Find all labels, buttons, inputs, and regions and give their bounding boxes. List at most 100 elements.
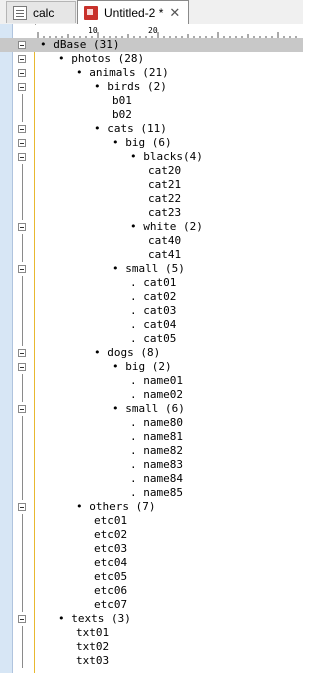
fold-guide bbox=[22, 430, 23, 444]
tab-bar: calc Untitled-2 * ✕ bbox=[0, 0, 303, 25]
editor-line[interactable]: . cat04 bbox=[0, 318, 303, 332]
fold-toggle-icon[interactable] bbox=[18, 83, 26, 91]
fold-guide bbox=[22, 514, 23, 528]
editor-line[interactable]: . cat03 bbox=[0, 304, 303, 318]
editor-line[interactable]: . name02 bbox=[0, 388, 303, 402]
tab-untitled-2[interactable]: Untitled-2 * ✕ bbox=[77, 0, 189, 24]
line-text: etc01 bbox=[94, 514, 128, 527]
editor-line[interactable]: . name81 bbox=[0, 430, 303, 444]
editor-line[interactable]: etc06 bbox=[0, 584, 303, 598]
editor-line[interactable]: etc05 bbox=[0, 570, 303, 584]
fold-toggle-icon[interactable] bbox=[18, 41, 26, 49]
editor-line[interactable]: • birds (2) bbox=[0, 80, 303, 94]
line-text: . cat01 bbox=[130, 276, 177, 289]
fold-guide bbox=[22, 640, 23, 654]
editor-line[interactable]: cat21 bbox=[0, 178, 303, 192]
editor-line[interactable]: cat41 bbox=[0, 248, 303, 262]
editor-line[interactable]: etc07 bbox=[0, 598, 303, 612]
line-text: . name80 bbox=[130, 416, 183, 429]
tab-calc[interactable]: calc bbox=[6, 1, 76, 23]
editor-line[interactable]: txt03 bbox=[0, 654, 303, 668]
document-icon bbox=[84, 5, 98, 20]
editor-line[interactable]: . name85 bbox=[0, 486, 303, 500]
fold-guide bbox=[22, 234, 23, 248]
close-icon[interactable]: ✕ bbox=[169, 5, 180, 21]
editor-line[interactable]: • animals (21) bbox=[0, 66, 303, 80]
line-text: . name82 bbox=[130, 444, 183, 457]
editor-line[interactable]: etc03 bbox=[0, 542, 303, 556]
editor-line[interactable]: . cat05 bbox=[0, 332, 303, 346]
line-text: . name02 bbox=[130, 388, 183, 401]
column-ruler: 10 20 bbox=[36, 24, 303, 39]
line-text: cat23 bbox=[148, 206, 182, 219]
fold-guide bbox=[22, 374, 23, 388]
fold-guide bbox=[22, 164, 23, 178]
line-text: • cats (11) bbox=[94, 122, 167, 135]
line-text: • animals (21) bbox=[76, 66, 169, 79]
ruler-mark-20: 20 bbox=[148, 26, 158, 35]
fold-toggle-icon[interactable] bbox=[18, 405, 26, 413]
editor-line[interactable]: . name83 bbox=[0, 458, 303, 472]
editor-line[interactable]: • others (7) bbox=[0, 500, 303, 514]
fold-guide bbox=[22, 276, 23, 290]
editor-line[interactable]: • photos (28) bbox=[0, 52, 303, 66]
line-text: txt03 bbox=[76, 654, 110, 667]
editor-line[interactable]: . name80 bbox=[0, 416, 303, 430]
editor-line[interactable]: . name82 bbox=[0, 444, 303, 458]
line-text: • small (5) bbox=[112, 262, 185, 275]
editor-line[interactable]: . cat01 bbox=[0, 276, 303, 290]
editor-line[interactable]: txt02 bbox=[0, 640, 303, 654]
editor-line[interactable]: . name01 bbox=[0, 374, 303, 388]
editor-line[interactable]: • dogs (8) bbox=[0, 346, 303, 360]
editor-line[interactable]: • big (2) bbox=[0, 360, 303, 374]
line-text: cat40 bbox=[148, 234, 182, 247]
line-text: cat20 bbox=[148, 164, 182, 177]
editor-line[interactable]: • white (2) bbox=[0, 220, 303, 234]
editor-line[interactable]: • small (5) bbox=[0, 262, 303, 276]
editor-line[interactable]: • big (6) bbox=[0, 136, 303, 150]
fold-toggle-icon[interactable] bbox=[18, 503, 26, 511]
fold-guide bbox=[22, 570, 23, 584]
editor-line[interactable]: b01 bbox=[0, 94, 303, 108]
editor-line[interactable]: b02 bbox=[0, 108, 303, 122]
fold-toggle-icon[interactable] bbox=[18, 153, 26, 161]
editor-line[interactable]: • cats (11) bbox=[0, 122, 303, 136]
line-text: cat21 bbox=[148, 178, 182, 191]
fold-toggle-icon[interactable] bbox=[18, 349, 26, 357]
fold-guide bbox=[22, 542, 23, 556]
fold-toggle-icon[interactable] bbox=[18, 69, 26, 77]
ruler-mark-10: 10 bbox=[88, 26, 98, 35]
line-text: • texts (3) bbox=[58, 612, 131, 625]
fold-guide bbox=[22, 318, 23, 332]
editor-line[interactable]: . name84 bbox=[0, 472, 303, 486]
editor-line[interactable]: etc02 bbox=[0, 528, 303, 542]
editor-line[interactable]: cat22 bbox=[0, 192, 303, 206]
tab-label: calc bbox=[33, 5, 55, 20]
fold-toggle-icon[interactable] bbox=[18, 223, 26, 231]
fold-toggle-icon[interactable] bbox=[18, 363, 26, 371]
fold-toggle-icon[interactable] bbox=[18, 265, 26, 273]
editor-line[interactable]: cat20 bbox=[0, 164, 303, 178]
editor-line[interactable]: txt01 bbox=[0, 626, 303, 640]
editor-line[interactable]: • dBase (31) bbox=[0, 38, 303, 52]
editor-line[interactable]: . cat02 bbox=[0, 290, 303, 304]
line-text: • dogs (8) bbox=[94, 346, 161, 359]
line-text: • blacks(4) bbox=[130, 150, 203, 163]
fold-toggle-icon[interactable] bbox=[18, 125, 26, 133]
fold-toggle-icon[interactable] bbox=[18, 55, 26, 63]
editor-line[interactable]: • texts (3) bbox=[0, 612, 303, 626]
line-text: b01 bbox=[112, 94, 132, 107]
fold-guide bbox=[22, 178, 23, 192]
editor-line[interactable]: etc01 bbox=[0, 514, 303, 528]
editor-line[interactable]: • blacks(4) bbox=[0, 150, 303, 164]
fold-toggle-icon[interactable] bbox=[18, 139, 26, 147]
editor-line[interactable]: cat23 bbox=[0, 206, 303, 220]
line-text: • small (6) bbox=[112, 402, 185, 415]
editor-line[interactable]: cat40 bbox=[0, 234, 303, 248]
fold-guide bbox=[22, 626, 23, 640]
fold-guide bbox=[22, 486, 23, 500]
fold-toggle-icon[interactable] bbox=[18, 615, 26, 623]
fold-guide bbox=[22, 444, 23, 458]
editor-line[interactable]: • small (6) bbox=[0, 402, 303, 416]
editor-line[interactable]: etc04 bbox=[0, 556, 303, 570]
